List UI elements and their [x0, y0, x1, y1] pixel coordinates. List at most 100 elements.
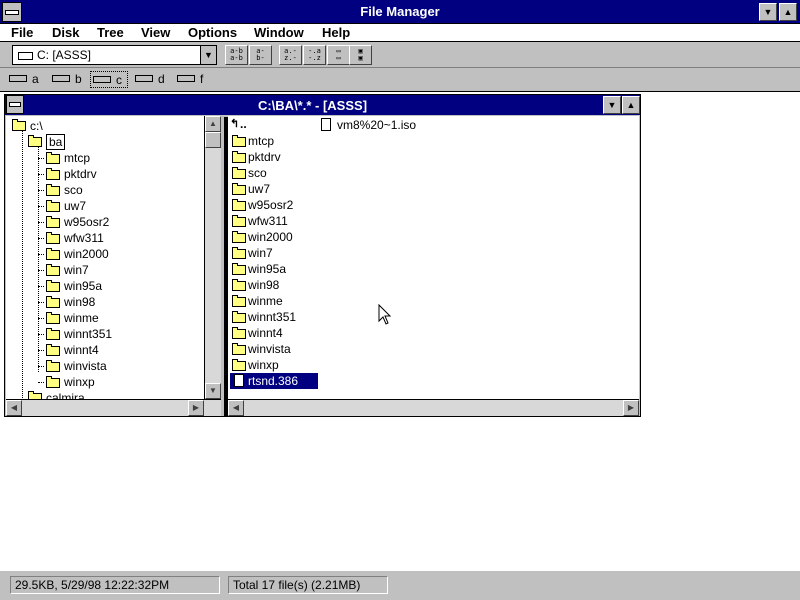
up-directory-item[interactable]: ↰ ..: [230, 117, 310, 133]
scroll-right-arrow-icon[interactable]: ▶: [188, 400, 204, 416]
tree-folder-w95osr2[interactable]: w95osr2: [38, 214, 184, 230]
maximize-button[interactable]: ▲: [779, 3, 797, 21]
toolbar: C: [ASSS] ▼ a-b a-b a-b- a.- z.- -.a -.z ▭ ▭…: [0, 42, 800, 68]
sort-by-name-button[interactable]: a.- z.-: [279, 45, 302, 65]
child-minimize-button[interactable]: ▼: [603, 96, 621, 114]
folder-icon: [46, 328, 60, 340]
file-folder-wfw311[interactable]: wfw311: [232, 213, 332, 229]
tree-folder-wfw311[interactable]: wfw311: [38, 230, 184, 246]
scroll-down-arrow-icon[interactable]: ▼: [205, 383, 221, 399]
tree-folder-winxp[interactable]: winxp: [38, 374, 184, 390]
folder-icon: [232, 151, 246, 163]
file-folder-pktdrv[interactable]: pktdrv: [232, 149, 332, 165]
dropdown-arrow-icon[interactable]: ▼: [200, 46, 216, 64]
sort-name-icon: a.- z.-: [284, 47, 297, 62]
scroll-thumb[interactable]: [205, 132, 221, 148]
minimize-button[interactable]: ▼: [759, 3, 777, 21]
chevron-up-icon: ▲: [626, 99, 636, 110]
copy-button[interactable]: ▭ ▭: [327, 45, 350, 65]
child-system-menu-button[interactable]: [6, 95, 24, 114]
drive-c[interactable]: c: [90, 71, 128, 88]
menu-options[interactable]: Options: [188, 25, 237, 40]
floppy-drive-icon: [9, 75, 27, 82]
file-folder-win7[interactable]: win7: [232, 245, 332, 261]
folder-icon: [46, 200, 60, 212]
tree-folder-win95a[interactable]: win95a: [38, 278, 184, 294]
tree-folder-winme[interactable]: winme: [38, 310, 184, 326]
drive-d[interactable]: d: [133, 71, 169, 88]
tree-folder-win98[interactable]: win98: [38, 294, 184, 310]
tree-folder-winvista[interactable]: winvista: [38, 358, 184, 374]
tree-folder-winnt4[interactable]: winnt4: [38, 342, 184, 358]
file-folder-winme[interactable]: winme: [232, 293, 332, 309]
file-folder-win98[interactable]: win98: [232, 277, 332, 293]
tree-vertical-scrollbar[interactable]: ▲ ▼: [204, 116, 221, 399]
file-folder-winnt351[interactable]: winnt351: [232, 309, 332, 325]
drive-combo[interactable]: C: [ASSS] ▼: [12, 45, 217, 65]
folder-icon: [46, 312, 60, 324]
disconnect-network-icon: a-b-: [256, 47, 265, 62]
connect-network-icon: a-b a-b: [230, 47, 243, 62]
folder-icon: [232, 327, 246, 339]
scroll-left-arrow-icon[interactable]: ◀: [6, 400, 22, 416]
drive-bar: a b c d f: [0, 68, 800, 92]
file-folder-winxp[interactable]: winxp: [232, 357, 332, 373]
scroll-left-arrow-icon[interactable]: ◀: [228, 400, 244, 416]
menu-file[interactable]: File: [11, 25, 33, 40]
tree-folder-uw7[interactable]: uw7: [38, 198, 184, 214]
tree-folder-winnt351[interactable]: winnt351: [38, 326, 184, 342]
scroll-right-arrow-icon[interactable]: ▶: [623, 400, 639, 416]
tree-folder-sco[interactable]: sco: [38, 182, 184, 198]
selected-file-item[interactable]: rtsnd.386: [230, 373, 318, 389]
files-horizontal-scrollbar[interactable]: ◀ ▶: [228, 399, 639, 416]
file-folder-win2000[interactable]: win2000: [232, 229, 332, 245]
file-item[interactable]: vm8%20~1.iso: [321, 117, 441, 133]
file-folder-uw7[interactable]: uw7: [232, 181, 332, 197]
connect-drive-button[interactable]: a-b a-b: [225, 45, 248, 65]
scroll-up-arrow-icon[interactable]: ▲: [205, 116, 221, 132]
directory-window-title: C:\BA\*.* - [ASSS]: [257, 98, 368, 113]
folder-icon: [232, 183, 246, 195]
tree-pane[interactable]: c:\ ba mtcp pktdrv sco uw7 w95osr2 wfw311 win2…: [6, 116, 204, 399]
file-list-pane[interactable]: ↰ .. vm8%20~1.iso mtcp pktdrv sco uw7 w95osr…: [228, 116, 639, 399]
status-total-info: Total 17 file(s) (2.21MB): [228, 576, 388, 594]
tree-folder-calmira[interactable]: calmira: [28, 390, 148, 399]
drive-f[interactable]: f: [175, 71, 211, 88]
menu-disk[interactable]: Disk: [52, 25, 79, 40]
drive-a[interactable]: a: [7, 71, 43, 88]
file-folder-sco[interactable]: sco: [232, 165, 332, 181]
file-folder-winvista[interactable]: winvista: [232, 341, 332, 357]
file-folder-win95a[interactable]: win95a: [232, 261, 332, 277]
disconnect-drive-button[interactable]: a-b-: [249, 45, 272, 65]
folder-icon: [232, 231, 246, 243]
file-folder-w95osr2[interactable]: w95osr2: [232, 197, 332, 213]
file-folder-mtcp[interactable]: mtcp: [232, 133, 332, 149]
copy-icon: ▭ ▭: [336, 47, 341, 62]
folder-open-icon: [12, 119, 26, 131]
network-drive-icon: [177, 75, 195, 82]
sort-type-icon: -.a -.z: [308, 47, 321, 62]
folder-icon: [232, 247, 246, 259]
folder-icon: [46, 168, 60, 180]
folder-icon: [46, 216, 60, 228]
folder-icon: [46, 296, 60, 308]
sort-by-type-button[interactable]: -.a -.z: [303, 45, 326, 65]
tree-folder-win7[interactable]: win7: [38, 262, 184, 278]
folder-icon: [232, 343, 246, 355]
child-maximize-button[interactable]: ▲: [622, 96, 640, 114]
menu-help[interactable]: Help: [322, 25, 350, 40]
file-folder-winnt4[interactable]: winnt4: [232, 325, 332, 341]
menu-tree[interactable]: Tree: [97, 25, 124, 40]
tree-current-folder[interactable]: ba: [28, 134, 148, 150]
menu-view[interactable]: View: [141, 25, 170, 40]
tree-folder-pktdrv[interactable]: pktdrv: [38, 166, 184, 182]
app-title: File Manager: [360, 4, 440, 19]
properties-icon: ▣ ▣: [358, 47, 363, 62]
menu-window[interactable]: Window: [254, 25, 304, 40]
tree-root[interactable]: c:\: [12, 118, 132, 134]
drive-b[interactable]: b: [50, 71, 86, 88]
properties-button[interactable]: ▣ ▣: [349, 45, 372, 65]
tree-folder-mtcp[interactable]: mtcp: [38, 150, 184, 166]
tree-folder-win2000[interactable]: win2000: [38, 246, 184, 262]
tree-horizontal-scrollbar[interactable]: ◀ ▶: [6, 399, 221, 416]
